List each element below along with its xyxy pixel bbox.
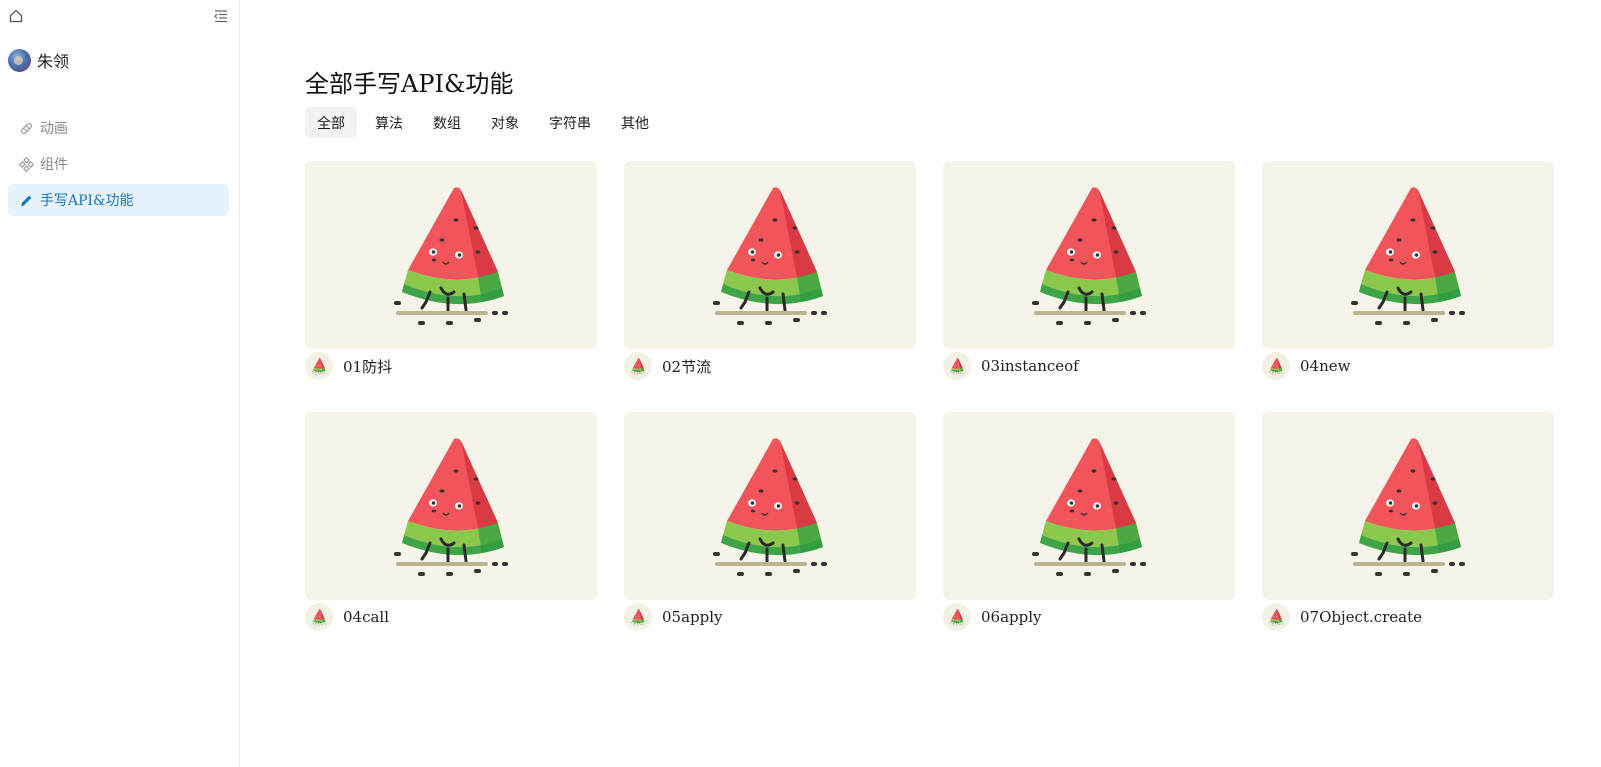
watermelon-thumbnail bbox=[624, 412, 916, 600]
card[interactable]: 03instanceof bbox=[943, 161, 1235, 412]
sidebar-item-components[interactable]: 组件 bbox=[8, 148, 229, 180]
components-icon bbox=[19, 156, 34, 172]
card[interactable]: 06apply bbox=[943, 412, 1235, 663]
card-title: 01防抖 bbox=[343, 357, 393, 376]
card[interactable]: 04new bbox=[1262, 161, 1554, 412]
card[interactable]: 04call bbox=[305, 412, 597, 663]
page-title: 全部手写API&功能 bbox=[305, 70, 514, 98]
sidebar-item-label: 动画 bbox=[40, 121, 68, 137]
watermelon-thumbnail bbox=[943, 412, 1235, 600]
pencil-icon bbox=[21, 195, 32, 206]
sidebar: 朱领 动画 组件 手写API&功能 bbox=[0, 0, 240, 767]
avatar bbox=[8, 48, 31, 72]
sidebar-item-label: 手写API&功能 bbox=[40, 193, 134, 209]
watermelon-icon bbox=[1262, 603, 1290, 631]
tab-string[interactable]: 字符串 bbox=[537, 107, 603, 138]
card[interactable]: 01防抖 bbox=[305, 161, 597, 412]
sidebar-item-handwritten-api[interactable]: 手写API&功能 bbox=[8, 184, 229, 216]
card-title: 04new bbox=[1300, 357, 1351, 375]
watermelon-icon bbox=[305, 603, 333, 631]
watermelon-thumbnail bbox=[1262, 412, 1554, 600]
card-title: 02节流 bbox=[662, 357, 712, 376]
tab-array[interactable]: 数组 bbox=[421, 107, 473, 138]
card-title: 05apply bbox=[662, 608, 723, 626]
card-title: 06apply bbox=[981, 608, 1042, 626]
card[interactable]: 05apply bbox=[624, 412, 916, 663]
tab-other[interactable]: 其他 bbox=[609, 107, 661, 138]
watermelon-icon bbox=[943, 603, 971, 631]
tab-algorithm[interactable]: 算法 bbox=[363, 107, 415, 138]
sidebar-item-label: 组件 bbox=[40, 157, 68, 173]
watermelon-thumbnail bbox=[1262, 161, 1554, 349]
watermelon-thumbnail bbox=[305, 161, 597, 349]
collapse-sidebar-icon[interactable] bbox=[213, 8, 229, 24]
watermelon-thumbnail bbox=[624, 161, 916, 349]
watermelon-thumbnail bbox=[305, 412, 597, 600]
watermelon-icon bbox=[624, 603, 652, 631]
card-title: 03instanceof bbox=[981, 357, 1079, 375]
sidebar-nav: 动画 组件 手写API&功能 bbox=[8, 112, 229, 220]
tab-all[interactable]: 全部 bbox=[305, 107, 357, 138]
card-title: 04call bbox=[343, 608, 390, 626]
watermelon-icon bbox=[305, 352, 333, 380]
sidebar-item-animation[interactable]: 动画 bbox=[8, 112, 229, 144]
category-tabs: 全部 算法 数组 对象 字符串 其他 bbox=[305, 107, 667, 138]
watermelon-icon bbox=[624, 352, 652, 380]
card-title: 07Object.create bbox=[1300, 608, 1423, 626]
user-name: 朱领 bbox=[37, 52, 70, 71]
home-icon[interactable] bbox=[8, 8, 24, 24]
watermelon-icon bbox=[1262, 352, 1290, 380]
tab-object[interactable]: 对象 bbox=[479, 107, 531, 138]
bandage-icon bbox=[20, 122, 33, 134]
card-grid: 01防抖 02节流 03instanceof 04new 04call 05ap… bbox=[305, 161, 1554, 663]
card[interactable]: 02节流 bbox=[624, 161, 916, 412]
card[interactable]: 07Object.create bbox=[1262, 412, 1554, 663]
watermelon-icon bbox=[943, 352, 971, 380]
watermelon-thumbnail bbox=[943, 161, 1235, 349]
user-profile[interactable]: 朱领 bbox=[8, 48, 69, 72]
